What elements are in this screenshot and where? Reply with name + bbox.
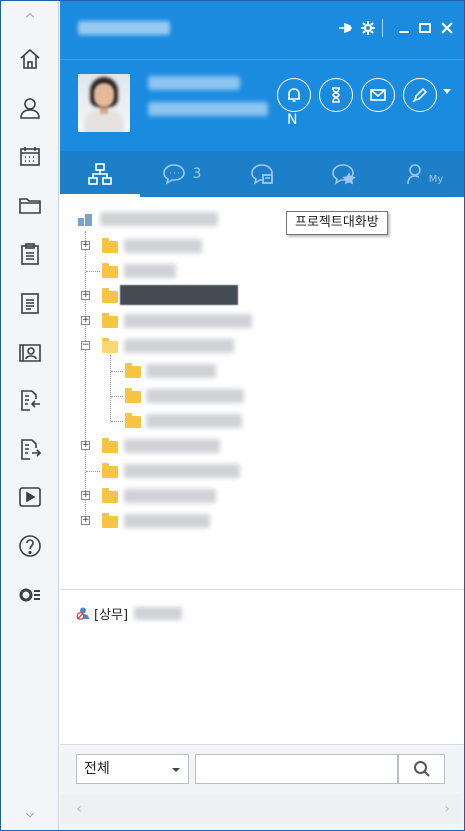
tab-project-chat[interactable] (222, 151, 302, 197)
tree-node[interactable] (60, 460, 464, 480)
member-list: [상무] (60, 589, 464, 744)
maximize-icon[interactable] (416, 19, 434, 37)
person-icon[interactable] (11, 90, 49, 126)
tab-chat[interactable]: 3 (141, 151, 221, 197)
search-icon (413, 761, 430, 777)
tree-node[interactable]: + (60, 310, 464, 330)
tree-node[interactable]: + (60, 485, 464, 505)
tree-node-expanded[interactable]: − (60, 335, 464, 355)
tree-child-node[interactable] (60, 410, 464, 430)
user-status-message[interactable] (148, 102, 268, 116)
tree-child-node[interactable] (60, 360, 464, 380)
scroll-right-icon[interactable]: › (440, 802, 454, 816)
pin-icon[interactable] (336, 19, 354, 37)
search-button[interactable] (398, 754, 445, 784)
home-icon[interactable] (11, 41, 49, 77)
tree-node[interactable] (60, 260, 464, 280)
company-root-icon (78, 214, 92, 226)
calendar-icon[interactable] (11, 138, 49, 174)
main-panel: N 3 My + + + − + + + 프로젝트대화방 [상무] 전체 ‹ › (60, 1, 464, 830)
org-chart-icon (88, 163, 112, 185)
search-input[interactable] (195, 754, 398, 784)
avatar[interactable] (78, 74, 130, 132)
tree-node-selected[interactable]: + (60, 285, 464, 305)
chat-unread-badge: 3 (192, 166, 202, 182)
folder-icon[interactable] (11, 187, 49, 223)
chat-bubble-icon (162, 164, 185, 185)
document-icon[interactable] (11, 285, 49, 321)
profile-header: N (60, 59, 464, 151)
tab-my-label: My (428, 173, 444, 185)
chevron-down-icon (172, 768, 180, 772)
scroll-left-icon[interactable]: ‹ (72, 802, 86, 816)
horizontal-scrollbar[interactable]: ‹ › (60, 794, 462, 824)
search-scope-value: 전체 (84, 761, 110, 777)
toggle-menu-icon[interactable] (11, 577, 49, 613)
tree-node[interactable]: + (60, 235, 464, 255)
organization-tree[interactable]: + + + − + + + (60, 197, 464, 597)
pen-icon[interactable] (403, 78, 437, 112)
close-icon[interactable] (438, 19, 456, 37)
offline-user-icon (76, 606, 90, 620)
inbox-transfer-icon[interactable] (11, 382, 49, 418)
tree-node[interactable]: + (60, 435, 464, 455)
hourglass-icon[interactable] (319, 78, 353, 112)
my-icon (406, 164, 421, 185)
more-actions-caret-icon[interactable] (443, 89, 451, 94)
member-title: [상무] (94, 607, 129, 623)
contact-book-icon[interactable] (11, 334, 49, 370)
gear-icon[interactable] (359, 19, 377, 37)
outbox-transfer-icon[interactable] (11, 431, 49, 467)
search-bar: 전체 ‹ › (60, 744, 464, 830)
mail-icon[interactable] (361, 78, 395, 112)
scroll-up-icon[interactable] (11, 1, 49, 31)
search-scope-select[interactable]: 전체 (76, 754, 189, 784)
left-rail (1, 1, 59, 830)
tab-my[interactable]: My (384, 151, 464, 197)
minimize-icon[interactable] (395, 19, 413, 37)
member-name (134, 606, 183, 620)
window-title (78, 21, 170, 35)
messenger-window: N 3 My + + + − + + + 프로젝트대화방 [상무] 전체 ‹ › (0, 0, 465, 831)
star-chat-icon (332, 164, 356, 185)
project-chat-icon (251, 164, 273, 185)
tree-node[interactable]: + (60, 510, 464, 530)
scroll-down-icon[interactable] (11, 800, 49, 830)
tree-root-label[interactable] (100, 212, 218, 226)
help-icon[interactable] (11, 528, 49, 564)
tree-child-node[interactable] (60, 385, 464, 405)
user-name (148, 76, 240, 90)
title-bar[interactable] (60, 1, 464, 59)
tab-favorite-chat[interactable] (303, 151, 383, 197)
bell-icon[interactable] (277, 78, 311, 112)
tab-bar: 3 My (60, 151, 464, 197)
tab-organization[interactable] (60, 151, 140, 197)
titlebar-separator (382, 19, 383, 37)
notification-indicator: N (287, 112, 298, 128)
clipboard-icon[interactable] (11, 236, 49, 272)
member-item[interactable]: [상무] (76, 604, 183, 623)
tab-tooltip: 프로젝트대화방 (286, 211, 388, 235)
play-icon[interactable] (11, 479, 49, 515)
